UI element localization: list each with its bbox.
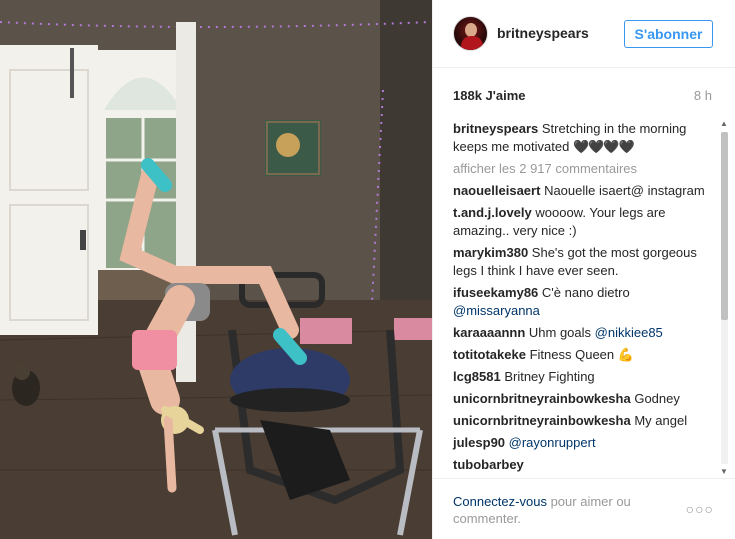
comment-user[interactable]: totitotakeke (453, 347, 526, 362)
post-footer: Connectez-vous pour aimer ou commenter. … (433, 478, 735, 539)
comment-user[interactable]: lcg8581 (453, 369, 501, 384)
list-item: tubobarbey (453, 456, 715, 474)
comment-text: Naouelle isaert@ instagram (544, 183, 705, 198)
login-link[interactable]: Connectez-vous (453, 494, 547, 509)
comments-scrollbar[interactable]: ▲ ▼ (718, 118, 730, 478)
login-prompt: Connectez-vous pour aimer ou commenter. (453, 493, 673, 527)
post-header: britneyspears S'abonner (433, 0, 735, 68)
comment-user[interactable]: unicornbritneyrainbowkesha (453, 413, 631, 428)
scroll-down-icon[interactable]: ▼ (718, 466, 730, 478)
mention-link[interactable]: @nikkiee85 (595, 325, 663, 340)
list-item: naouelleisaert Naouelle isaert@ instagra… (453, 182, 715, 200)
list-item: unicornbritneyrainbowkesha Godney (453, 390, 715, 408)
view-all-comments-link[interactable]: afficher les 2 917 commentaires (453, 160, 715, 178)
comment-text: Godney (634, 391, 680, 406)
list-item: totitotakeke Fitness Queen 💪 (453, 346, 715, 364)
comment-user[interactable]: britneyspears (453, 121, 538, 136)
comment-user[interactable]: ifuseekamy86 (453, 285, 538, 300)
list-item: ifuseekamy86 C'è nano dietro @missaryann… (453, 284, 715, 320)
post-image (0, 0, 432, 539)
comments-scroll: britneyspears Stretching in the morning … (453, 120, 715, 478)
comment-text: C'è nano dietro (541, 285, 630, 300)
list-item: unicornbritneyrainbowkesha My angel (453, 412, 715, 430)
mention-link[interactable]: @missaryanna (453, 303, 540, 318)
post-side-panel: britneyspears S'abonner 188k J'aime 8 h … (432, 0, 735, 539)
comment-user[interactable]: marykim380 (453, 245, 528, 260)
comment-user[interactable]: naouelleisaert (453, 183, 540, 198)
list-item: lcg8581 Britney Fighting (453, 368, 715, 386)
follow-button[interactable]: S'abonner (624, 20, 713, 48)
comment-text: My angel (634, 413, 688, 428)
avatar-face (465, 23, 477, 37)
list-item: julesp90 @rayonruppert (453, 434, 715, 452)
comment-user[interactable]: tubobarbey (453, 457, 524, 472)
mention-link[interactable]: @rayonruppert (509, 435, 596, 450)
more-options-icon[interactable]: ○○○ (686, 501, 714, 517)
avatar-body (461, 36, 483, 50)
post-time[interactable]: 8 h (694, 88, 712, 103)
username-link[interactable]: britneyspears (497, 25, 589, 41)
avatar[interactable] (453, 16, 488, 51)
caption-comment: britneyspears Stretching in the morning … (453, 120, 715, 156)
heart-emoji-icon: 🖤🖤🖤🖤 (572, 139, 635, 154)
scroll-thumb[interactable] (721, 132, 728, 320)
comments-list[interactable]: britneyspears Stretching in the morning … (433, 114, 735, 478)
post-photo[interactable] (0, 0, 432, 539)
comment-user[interactable]: unicornbritneyrainbowkesha (453, 391, 631, 406)
comment-text: Uhm goals (528, 325, 592, 340)
list-item: karaaaannn Uhm goals @nikkiee85 (453, 324, 715, 342)
flexed-biceps-icon: 💪 (617, 347, 634, 362)
list-item: t.and.j.lovely woooow. Your legs are ama… (453, 204, 715, 240)
likes-count[interactable]: 188k J'aime (453, 88, 525, 103)
comment-text: Fitness Queen (529, 347, 615, 362)
scroll-up-icon[interactable]: ▲ (718, 118, 730, 130)
comment-user[interactable]: julesp90 (453, 435, 505, 450)
comment-user[interactable]: karaaaannn (453, 325, 525, 340)
comment-user[interactable]: t.and.j.lovely (453, 205, 532, 220)
likes-row: 188k J'aime 8 h (433, 68, 735, 114)
list-item: marykim380 She's got the most gorgeous l… (453, 244, 715, 280)
comment-text: Britney Fighting (504, 369, 595, 384)
